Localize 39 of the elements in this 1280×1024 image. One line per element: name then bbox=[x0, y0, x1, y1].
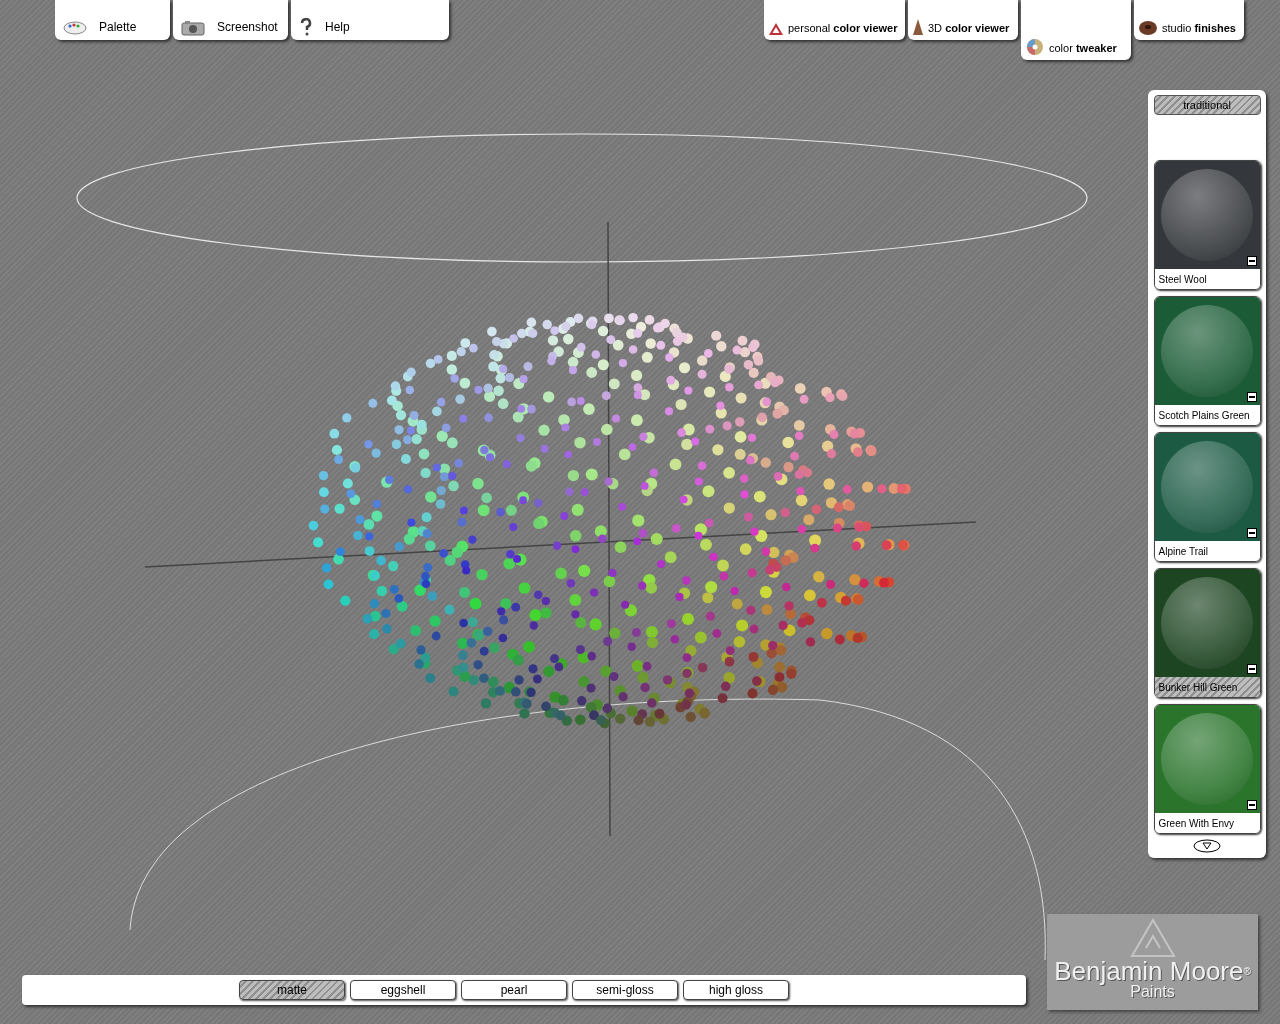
swatch-card[interactable]: Scotch Plains Green bbox=[1153, 296, 1261, 426]
toolbar-tab[interactable]: Palette bbox=[55, 0, 170, 40]
swatch-card[interactable]: Green With Envy bbox=[1153, 704, 1261, 834]
remove-icon[interactable] bbox=[1246, 664, 1257, 675]
remove-icon[interactable] bbox=[1246, 800, 1257, 811]
question-mark-icon bbox=[299, 18, 313, 36]
finish-button[interactable]: matte bbox=[239, 980, 345, 1000]
swatch-name: Green With Envy bbox=[1154, 813, 1260, 833]
triangle-logo-icon bbox=[768, 22, 784, 36]
view-tab[interactable]: 3D color viewer bbox=[908, 0, 1018, 40]
swatch-name: Alpine Trail bbox=[1154, 541, 1260, 561]
swatch-name: Steel Wool bbox=[1154, 269, 1260, 289]
triangle-logo-icon bbox=[1129, 918, 1176, 958]
palette-icon bbox=[63, 20, 87, 36]
remove-icon[interactable] bbox=[1246, 256, 1257, 267]
finish-button[interactable]: eggshell bbox=[350, 980, 456, 1000]
finish-button[interactable]: pearl bbox=[461, 980, 567, 1000]
toolbar-tab[interactable]: Help bbox=[291, 0, 449, 40]
view-tab[interactable]: studio finishes bbox=[1134, 0, 1244, 40]
toolbar-tab[interactable]: Screenshot bbox=[173, 0, 288, 40]
scroll-down-icon[interactable] bbox=[1193, 839, 1221, 853]
color-wheel-icon bbox=[1025, 38, 1045, 56]
finish-button[interactable]: semi-gloss bbox=[572, 980, 678, 1000]
cone-icon bbox=[912, 18, 924, 36]
donut-icon bbox=[1138, 20, 1158, 36]
remove-icon[interactable] bbox=[1246, 392, 1257, 403]
view-tab[interactable]: personal color viewer bbox=[764, 0, 905, 40]
swatch-card[interactable]: Steel Wool bbox=[1153, 160, 1261, 290]
finish-button[interactable]: high gloss bbox=[683, 980, 789, 1000]
camera-icon bbox=[181, 20, 205, 36]
logo-subtitle: Paints bbox=[1130, 984, 1175, 1000]
collection-button[interactable]: traditional bbox=[1153, 95, 1261, 115]
logo-wordmark: Benjamin Moore$^{®}$ bbox=[1054, 958, 1251, 984]
swatch-card[interactable]: Alpine Trail bbox=[1153, 432, 1261, 562]
swatch-name: Scotch Plains Green bbox=[1154, 405, 1260, 425]
view-tab[interactable]: color tweaker bbox=[1021, 0, 1131, 60]
remove-icon[interactable] bbox=[1246, 528, 1257, 539]
swatch-name: Bunker Hill Green bbox=[1154, 677, 1260, 697]
swatch-card[interactable]: Bunker Hill Green bbox=[1153, 568, 1261, 698]
